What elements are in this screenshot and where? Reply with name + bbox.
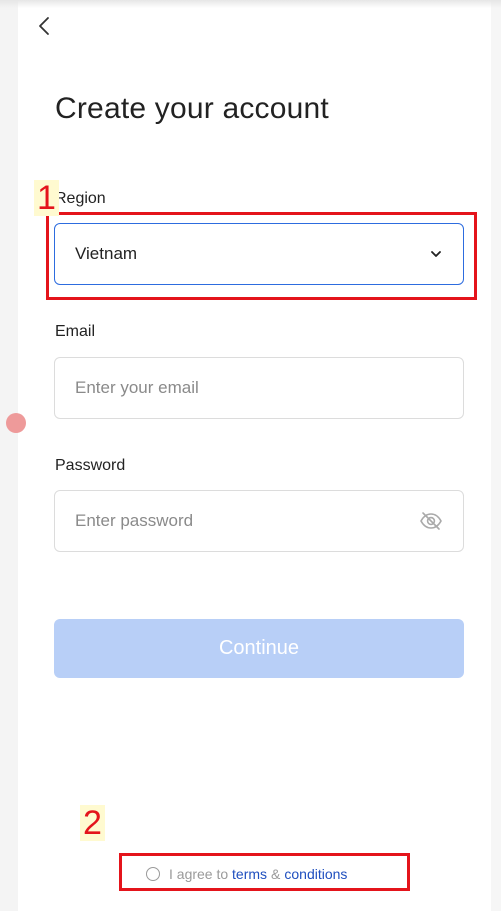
password-field-container [54, 490, 464, 552]
left-edge [0, 0, 18, 911]
region-label: Region [55, 190, 106, 207]
email-field[interactable] [75, 378, 443, 398]
highlight-box-2 [119, 853, 410, 891]
marker-1: 1 [34, 180, 59, 216]
password-label: Password [55, 457, 126, 474]
top-shadow [0, 0, 501, 8]
password-field[interactable] [75, 511, 419, 531]
highlight-box-1 [46, 212, 477, 300]
page-title: Create your account [55, 92, 329, 125]
marker-2: 2 [80, 805, 105, 841]
right-edge [491, 0, 501, 911]
email-field-container [54, 357, 464, 419]
chevron-left-icon [39, 17, 49, 35]
continue-button[interactable]: Continue [54, 619, 464, 678]
back-button[interactable] [34, 12, 56, 40]
edge-dot [6, 413, 26, 433]
email-label: Email [55, 323, 96, 340]
signup-screen: Create your account Region Vietnam Email… [0, 0, 501, 911]
eye-off-icon[interactable] [419, 509, 443, 533]
